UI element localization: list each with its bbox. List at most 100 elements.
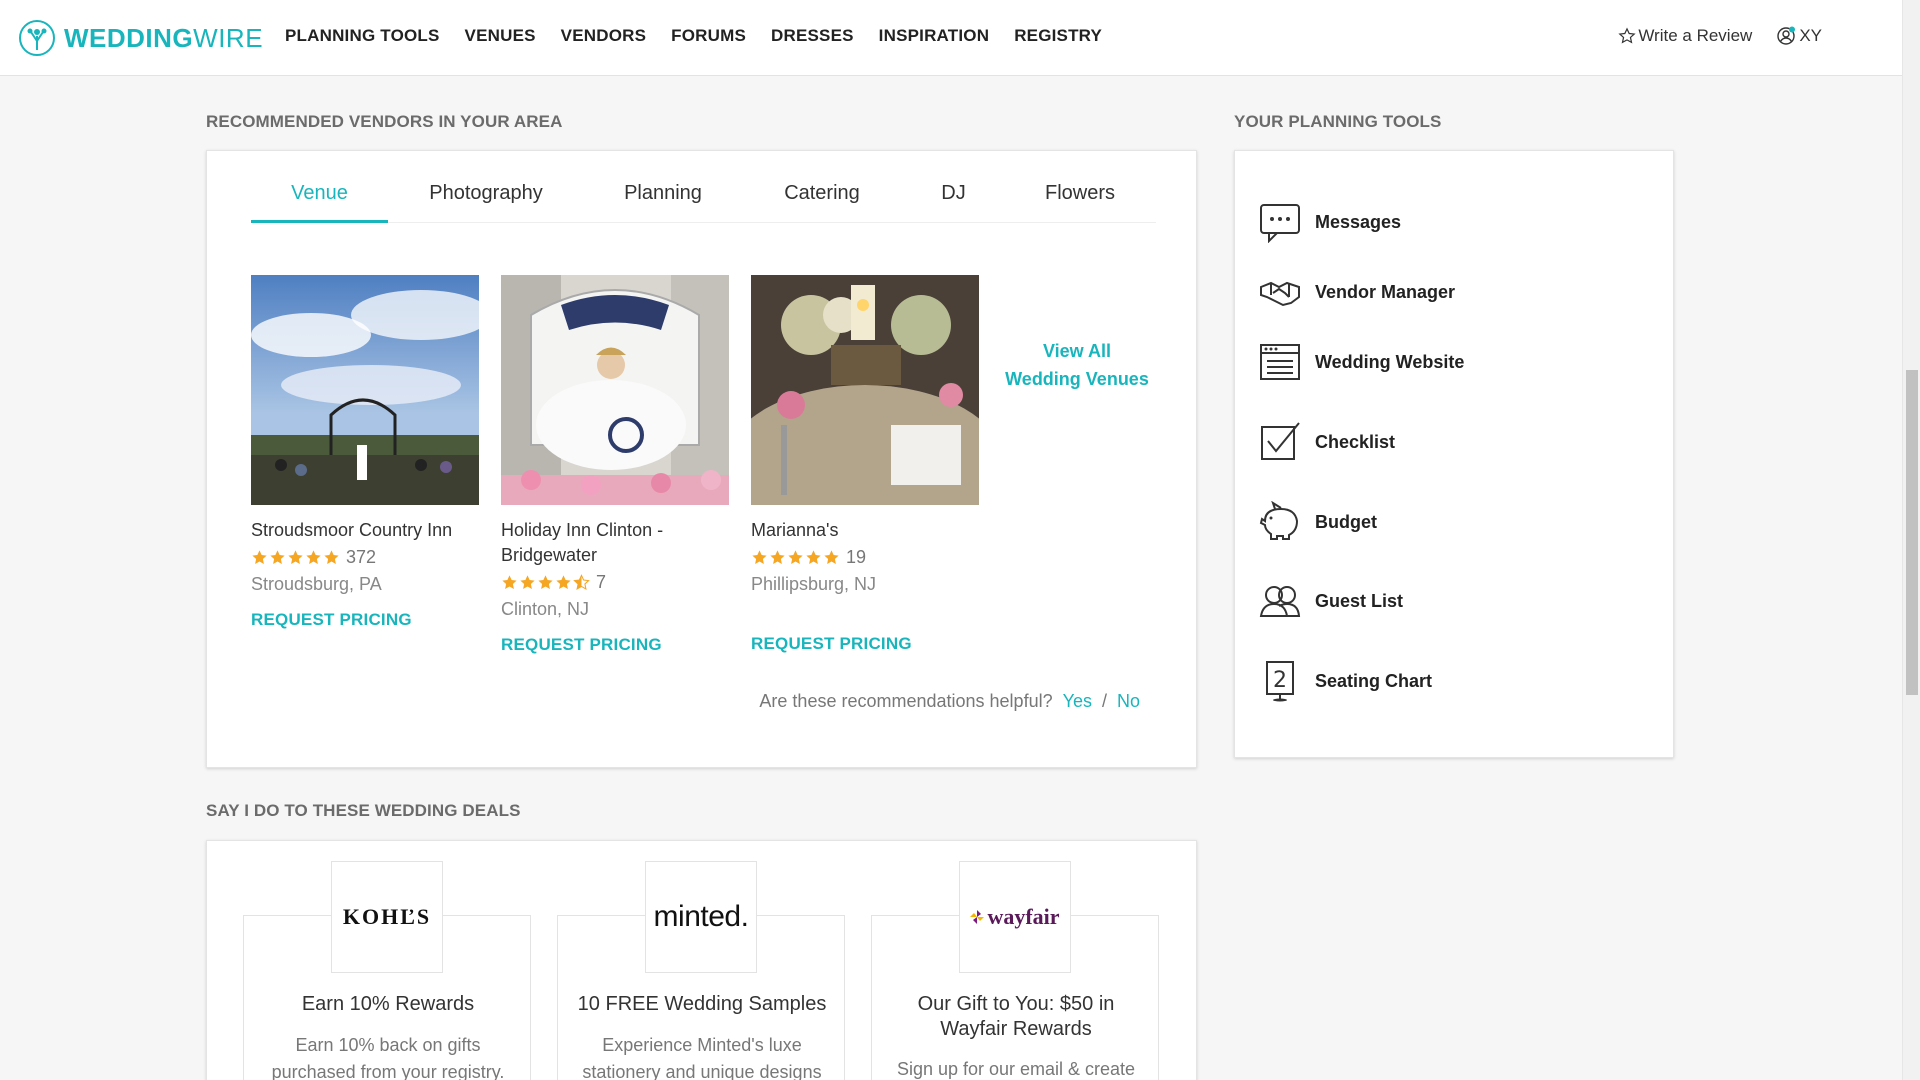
request-pricing-button[interactable]: REQUEST PRICING: [501, 635, 662, 655]
feedback-yes-link[interactable]: Yes: [1063, 691, 1092, 712]
checklist-icon: [1261, 422, 1300, 460]
review-count: 19: [846, 546, 867, 567]
tool-budget[interactable]: Budget: [1259, 501, 1559, 543]
piggy-bank-icon: [1259, 501, 1299, 540]
svg-text:2: 2: [1273, 668, 1287, 693]
tool-label: Budget: [1315, 511, 1377, 532]
nav-inspiration[interactable]: INSPIRATION: [879, 26, 990, 46]
scrollbar-thumb[interactable]: [1906, 370, 1918, 695]
tool-checklist[interactable]: Checklist: [1259, 421, 1559, 463]
tab-catering[interactable]: Catering: [742, 175, 902, 223]
wayfair-logo[interactable]: wayfair: [959, 861, 1071, 973]
request-pricing-button[interactable]: REQUEST PRICING: [751, 634, 912, 654]
tool-messages[interactable]: Messages: [1259, 201, 1559, 243]
star-icon: [770, 549, 785, 564]
tab-flowers[interactable]: Flowers: [1005, 175, 1155, 223]
vendor-card[interactable]: Stroudsmoor Country Inn 372 Stroudsburg,…: [251, 275, 479, 655]
planning-tools-card: Messages Vendor Manager Wedding Website …: [1234, 150, 1674, 758]
star-icon: [824, 549, 839, 564]
vendor-location: Clinton, NJ: [501, 599, 590, 619]
nav-vendors[interactable]: VENDORS: [561, 26, 646, 46]
deal-description: Sign up for our email & create: [896, 1059, 1136, 1079]
view-all-line2: Wedding Venues: [1005, 369, 1149, 389]
star-icon: [270, 549, 285, 564]
feedback-question: Are these recommendations helpful?: [759, 691, 1053, 711]
page-scrollbar[interactable]: [1902, 0, 1920, 1080]
table-number-icon: 2: [1266, 661, 1294, 702]
vendor-location: Stroudsburg, PA: [251, 574, 382, 594]
main-nav: PLANNING TOOLS VENUES VENDORS FORUMS DRE…: [285, 26, 1102, 46]
star-icon: [806, 549, 821, 564]
vendor-name[interactable]: Holiday Inn Clinton - Bridgewater: [501, 518, 729, 568]
star-icon: [252, 549, 267, 564]
request-pricing-button[interactable]: REQUEST PRICING: [251, 610, 412, 630]
nav-registry[interactable]: REGISTRY: [1014, 26, 1102, 46]
write-review-label: Write a Review: [1638, 26, 1753, 45]
star-icon: [502, 574, 517, 589]
tab-photography[interactable]: Photography: [388, 175, 584, 223]
vendor-category-tabs: Venue Photography Planning Catering DJ F…: [251, 175, 1156, 223]
star-rating-5: [251, 549, 340, 566]
guests-icon: [1259, 586, 1301, 617]
vendor-list: Stroudsmoor Country Inn 372 Stroudsburg,…: [251, 275, 979, 655]
deal-title: 10 FREE Wedding Samples: [577, 993, 827, 1015]
recommended-vendors-card: Venue Photography Planning Catering DJ F…: [206, 150, 1197, 768]
feedback-no-link[interactable]: No: [1117, 691, 1140, 712]
deals-title: SAY I DO TO THESE WEDDING DEALS: [206, 801, 521, 820]
vendor-location: Phillipsburg, NJ: [751, 574, 877, 594]
wayfair-pinwheel-icon: [970, 910, 985, 924]
tool-label: Wedding Website: [1315, 351, 1465, 372]
vendor-rating: 372: [251, 545, 479, 569]
star-icon: [324, 549, 339, 564]
site-header: WEDDINGWIRE PLANNING TOOLS VENUES VENDOR…: [0, 0, 1902, 76]
messages-icon: [1260, 204, 1300, 243]
nav-planning-tools[interactable]: PLANNING TOOLS: [285, 26, 440, 46]
vendor-card[interactable]: Marianna's 19 Phillipsburg, NJ REQUEST P…: [751, 275, 979, 655]
vendor-photo-stroudsmoor[interactable]: [251, 275, 479, 505]
star-outline-icon: [1618, 27, 1636, 44]
vendor-name[interactable]: Marianna's: [751, 518, 979, 543]
star-icon: [788, 549, 803, 564]
tool-label: Vendor Manager: [1315, 281, 1456, 302]
minted-wordmark: minted.: [653, 900, 749, 933]
star-icon: [288, 549, 303, 564]
nav-venues[interactable]: VENUES: [465, 26, 536, 46]
tool-vendor-manager[interactable]: Vendor Manager: [1259, 271, 1559, 313]
minted-logo[interactable]: minted.: [645, 861, 757, 973]
vendor-rating: 19: [751, 545, 979, 569]
vendor-name[interactable]: Stroudsmoor Country Inn: [251, 518, 479, 543]
logo-text: WEDDINGWIRE: [64, 22, 264, 53]
view-all-venues-link[interactable]: View All Wedding Venues: [997, 337, 1157, 393]
user-initials: XY: [1799, 26, 1822, 45]
vendor-photo-mariannas[interactable]: [751, 275, 979, 505]
star-icon: [520, 574, 535, 589]
kohls-logo[interactable]: KOHĽS: [331, 861, 443, 973]
weddingwire-logo[interactable]: WEDDINGWIRE: [18, 19, 263, 57]
tab-venue[interactable]: Venue: [251, 175, 388, 223]
nav-dresses[interactable]: DRESSES: [771, 26, 854, 46]
user-avatar-icon: [1777, 26, 1796, 45]
vendor-card[interactable]: Holiday Inn Clinton - Bridgewater 7 Clin…: [501, 275, 729, 655]
vendor-photo-holiday-inn[interactable]: [501, 275, 729, 505]
tab-planning[interactable]: Planning: [584, 175, 742, 223]
review-count: 372: [346, 546, 377, 567]
tool-label: Checklist: [1315, 431, 1396, 452]
deal-description: Earn 10% back on gifts purchased from yo…: [271, 1035, 505, 1080]
logo-bouquet-icon: [19, 20, 55, 56]
nav-forums[interactable]: FORUMS: [671, 26, 746, 46]
deal-title: Our Gift to You: $50 in Wayfair Rewards: [917, 993, 1115, 1040]
tab-dj[interactable]: DJ: [902, 175, 1005, 223]
tool-seating-chart[interactable]: 2 Seating Chart: [1259, 660, 1559, 702]
star-icon: [538, 574, 553, 589]
review-count: 7: [596, 571, 607, 592]
tool-wedding-website[interactable]: Wedding Website: [1259, 341, 1559, 383]
user-menu[interactable]: XY: [1776, 26, 1822, 46]
handshake-icon: [1260, 281, 1300, 307]
recommended-title: RECOMMENDED VENDORS IN YOUR AREA: [206, 112, 563, 131]
star-half-icon: [573, 573, 590, 590]
write-review-link[interactable]: Write a Review: [1618, 26, 1752, 46]
tool-label: Guest List: [1315, 590, 1404, 611]
planning-tools-title: YOUR PLANNING TOOLS: [1234, 112, 1442, 131]
tool-guest-list[interactable]: Guest List: [1259, 580, 1559, 622]
star-icon: [306, 549, 321, 564]
